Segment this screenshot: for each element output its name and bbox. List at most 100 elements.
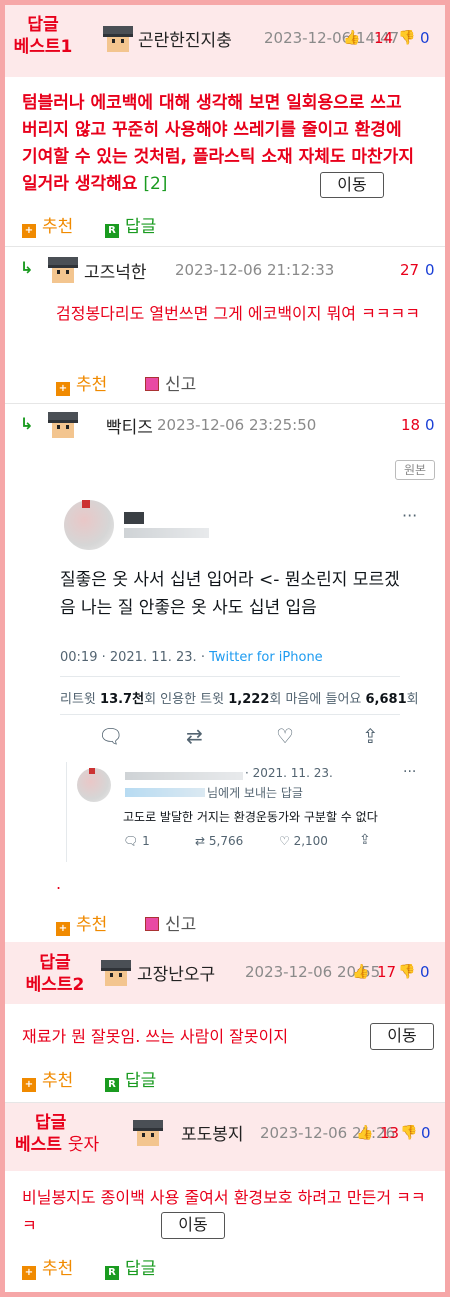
best1-move-button[interactable]: 이동 [320,172,384,198]
reply1-report-label: 신고 [165,375,197,395]
thumbs-up-icon[interactable]: 👍 [356,1125,373,1141]
reply2-nonrecommend-count: 0 [425,416,435,434]
avatar [101,960,131,986]
likes-count: 6,681 [365,692,407,707]
reply1-recommend-button[interactable]: + 추천 [56,370,107,396]
blurred-name [125,772,243,780]
best1-nickname[interactable]: 곤란한진지충 [138,26,232,51]
best1-recommend-label: 추천 [42,217,74,237]
reply2-recommend-count: 18 [401,416,421,434]
quote-likes: ♡ 2,100 [279,834,328,848]
avatar [48,257,78,283]
tweet-divider [60,714,400,715]
reply2-nickname[interactable]: 빡티즈 [106,413,153,438]
best2-reply-label: 답글 [125,1071,157,1091]
best1-label: 답글 베스트1 [8,14,78,58]
quote-date: · 2021. 11. 23. [245,766,333,780]
best3-reply-label: 답글 [125,1259,157,1279]
likes-label: 회 마음에 들어요 [269,692,362,707]
report-icon [145,917,159,931]
reply-icon: R [105,1266,119,1280]
thumbs-up-icon[interactable]: 👍 [352,964,369,980]
plus-icon: + [22,1078,36,1092]
reply2-date: 2023-12-06 23:25:50 [157,416,317,434]
plus-icon: + [56,922,70,936]
best1-recommend-button[interactable]: + 추천 [22,212,73,238]
best3-move-button[interactable]: 이동 [161,1212,225,1239]
reply2-report-button[interactable]: 신고 [145,910,196,935]
thumbs-down-icon[interactable]: 👎 [400,1125,417,1141]
best3-reply-button[interactable]: R 답글 [105,1254,156,1280]
plus-icon: + [22,1266,36,1280]
best2-content: 재료가 뭔 잘못임. 쓰는 사람이 잘못이지 [22,1027,289,1046]
divider [5,246,445,247]
reply-icon: R [105,1078,119,1092]
reply1-nonrecommend-count: 0 [425,261,435,279]
best3-label-sub: 웃자 [67,1135,100,1155]
tweet-screenshot: ··· 질좋은 옷 사서 십년 입어라 <- 뭔소린지 모르겠음 나는 질 안좋… [56,490,431,870]
retweet-icon: ⇄ [186,724,203,748]
blurred-handle [124,528,209,538]
best1-reply-count[interactable]: [2] [143,174,167,194]
best3-date: 2023-12-06 21:26 [260,1124,396,1142]
share-icon: ⇪ [362,724,379,748]
quotes-count: 1,222 [228,692,270,707]
best2-recommend-label: 추천 [42,1071,74,1091]
best2-recommend-count: 17 [377,963,397,981]
tweet-stats: 리트윗 13.7천회 인용한 트윗 1,222회 마음에 들어요 6,681회 [60,688,420,707]
plus-icon: + [56,382,70,396]
reply-arrow-icon: ↳ [20,414,34,433]
best2-reply-button[interactable]: R 답글 [105,1066,156,1092]
quote-replies-count: 1 [142,834,150,848]
quotes-label: 회 인용한 트윗 [144,692,225,707]
best2-nonrecommend-count: 0 [420,963,430,981]
best1-nonrecommend-count: 0 [420,29,430,47]
report-icon [145,377,159,391]
thumbs-down-icon[interactable]: 👎 [398,30,415,46]
avatar-accent [89,768,95,774]
share-icon: ⇪ [359,832,371,848]
best3-recommend-button[interactable]: + 추천 [22,1254,73,1280]
best1-label-line1: 답글 [27,15,59,35]
thumbs-up-icon[interactable]: 👍 [343,30,360,46]
comment-icon: 🗨 [98,724,124,748]
reply1-recommend-count: 27 [400,261,420,279]
original-image-button[interactable]: 원본 [395,460,435,480]
tweet-text: 질좋은 옷 사서 십년 입어라 <- 뭔소린지 모르겠음 나는 질 안좋은 옷 … [60,570,400,618]
reply-arrow-icon: ↳ [20,258,34,277]
best3-recommend-count: 13 [380,1124,400,1142]
best2-nickname[interactable]: 고장난오구 [137,960,215,985]
best1-reply-label: 답글 [125,217,157,237]
tweet-time-text: 00:19 · 2021. 11. 23. · [60,650,210,665]
thumbs-down-icon[interactable]: 👎 [398,964,415,980]
quote-reply-to: 님에게 보내는 답글 [207,786,303,800]
best3-recommend-label: 추천 [42,1259,74,1279]
quote-likes-count: 2,100 [293,834,328,848]
best1-recommend-count: 14 [374,29,394,47]
reply-icon: R [105,224,119,238]
quote-replies: 🗨 1 [123,834,150,848]
avatar [133,1120,163,1146]
best2-label: 답글 베스트2 [15,952,95,996]
plus-icon: + [22,224,36,238]
reply1-report-button[interactable]: 신고 [145,370,196,395]
reply2-recommend-button[interactable]: + 추천 [56,910,107,936]
reply2-report-label: 신고 [165,915,197,935]
blurred-name [124,512,144,524]
reply1-date: 2023-12-06 21:12:33 [175,261,335,279]
reply2-trailing-text: . [56,874,62,893]
quoted-tweet: · 2021. 11. 23. ··· 님에게 보내는 답글 고도로 발달한 거… [66,762,426,862]
reply1-nickname[interactable]: 고즈넉한 [84,258,147,283]
best3-label-line2: 베스트 [15,1135,62,1155]
best2-move-button[interactable]: 이동 [370,1023,434,1050]
avatar-accent [82,500,90,508]
best3-nickname[interactable]: 포도봉지 [181,1120,244,1145]
retweets-count: 13.7천 [100,692,145,707]
blurred-mention [125,788,205,797]
best1-label-line2: 베스트1 [13,37,73,57]
reply2-recommend-label: 추천 [76,915,108,935]
best2-recommend-button[interactable]: + 추천 [22,1066,73,1092]
best1-reply-button[interactable]: R 답글 [105,212,156,238]
avatar [103,26,133,52]
heart-icon: ♡ [276,724,294,748]
